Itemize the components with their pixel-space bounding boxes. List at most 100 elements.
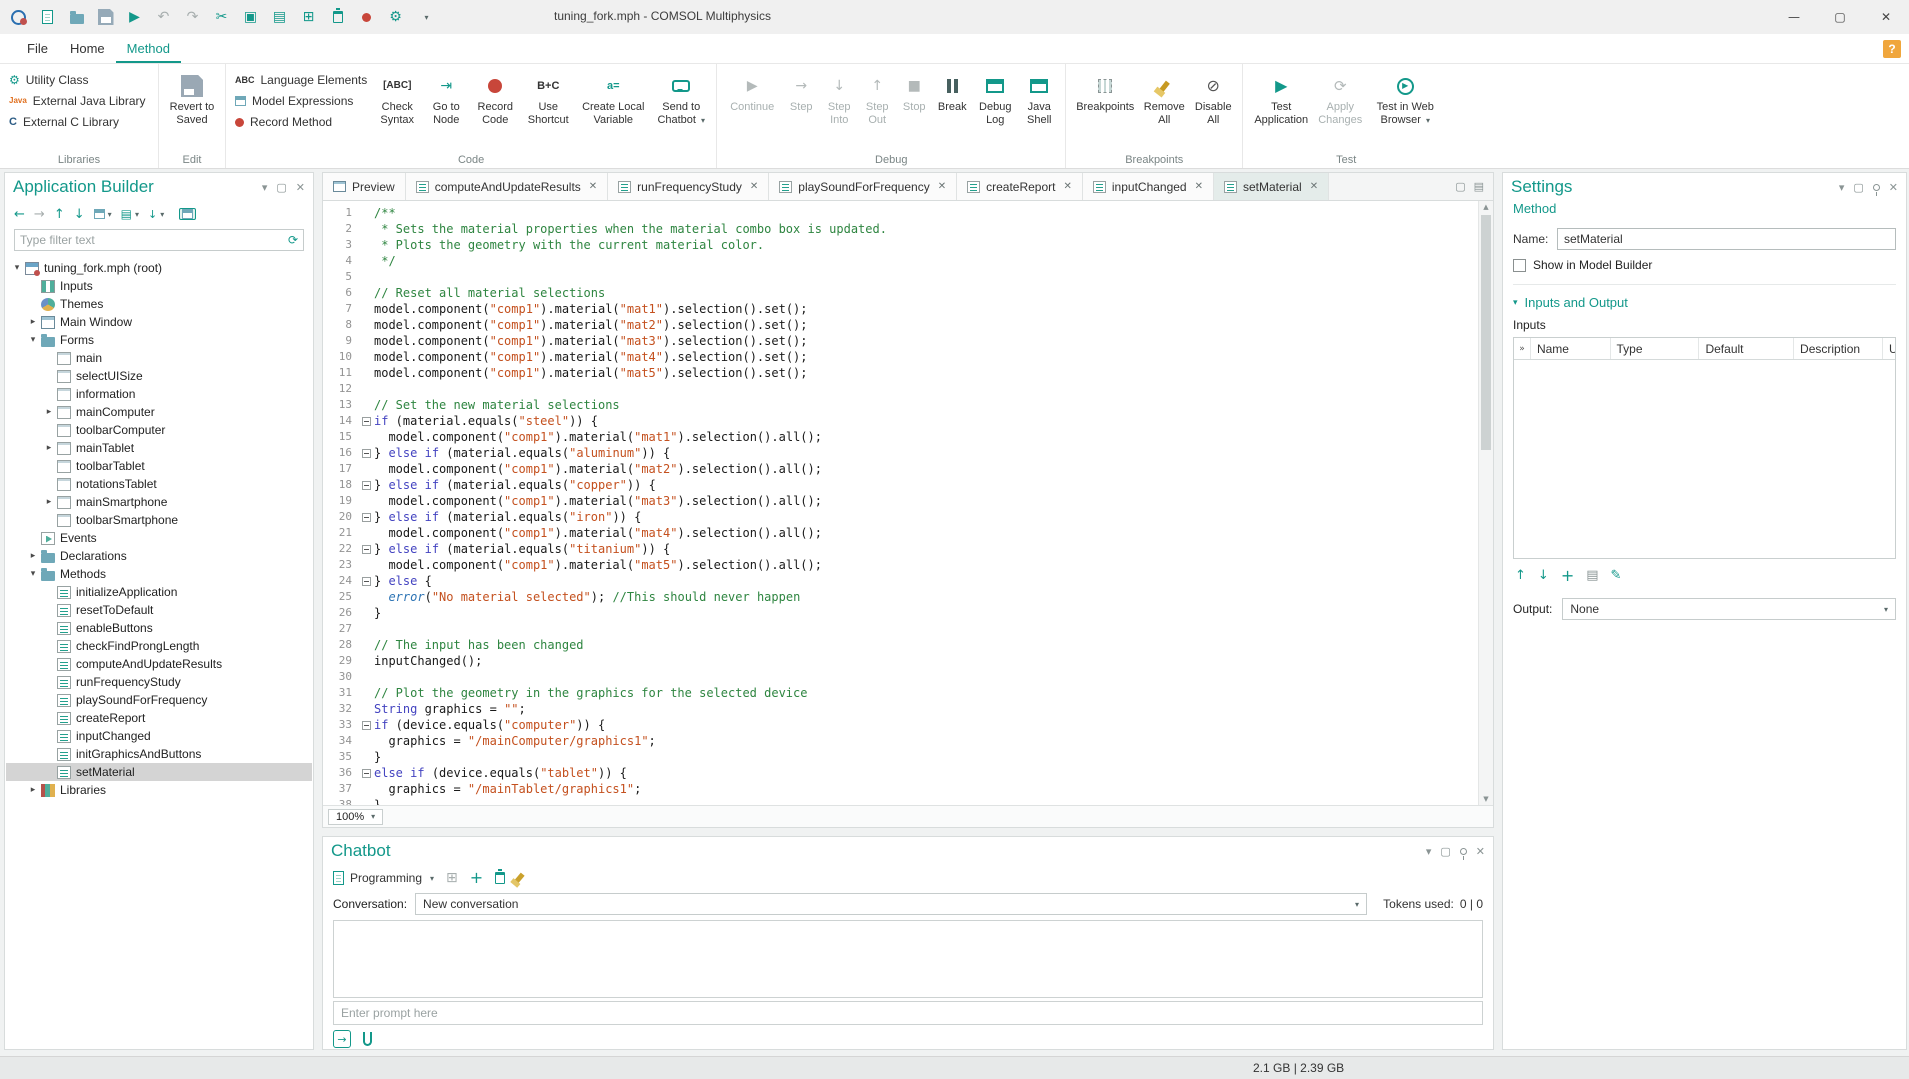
maximize-button[interactable]: ▢ (1817, 0, 1863, 34)
mode-dropdown[interactable]: Programming ▾ (333, 871, 434, 885)
column-header-name[interactable]: Name (1531, 338, 1611, 359)
line-number[interactable]: 4 (323, 253, 359, 269)
collapse-icon[interactable]: ▾ (26, 569, 40, 579)
java-shell-button[interactable]: Java Shell (1019, 70, 1059, 131)
panel-float-icon[interactable]: ▢ (276, 181, 286, 194)
code-line[interactable]: 22} else if (material.equals("titanium")… (323, 541, 1478, 557)
code-line[interactable]: 30 (323, 669, 1478, 685)
help-icon[interactable]: ? (1883, 40, 1901, 58)
line-number[interactable]: 25 (323, 589, 359, 605)
code-line[interactable]: 29inputChanged(); (323, 653, 1478, 669)
code-line[interactable]: 19 model.component("comp1").material("ma… (323, 493, 1478, 509)
breakpoints-button[interactable]: Breakpoints (1072, 70, 1138, 118)
fold-toggle-icon[interactable] (359, 477, 374, 493)
line-number[interactable]: 14 (323, 413, 359, 429)
break-button[interactable]: Break (933, 70, 971, 118)
prompt-input[interactable] (341, 1006, 1475, 1020)
pane-menu-icon[interactable]: ▤ (1474, 180, 1484, 193)
pin-icon[interactable] (1873, 184, 1880, 191)
tree-item-initializeapplication[interactable]: initializeApplication (6, 583, 312, 601)
panel-float-icon[interactable]: ▢ (1853, 181, 1863, 194)
move-down-icon[interactable]: ↓ (1538, 568, 1549, 583)
test-application-button[interactable]: ▶ Test Application (1249, 70, 1313, 131)
code-line[interactable]: 9model.component("comp1").material("mat3… (323, 333, 1478, 349)
copy-icon[interactable]: ▣ (238, 4, 263, 30)
editor-tab-createreport[interactable]: createReport✕ (957, 173, 1083, 200)
language-elements-button[interactable]: ABC Language Elements (232, 73, 370, 87)
code-line[interactable]: 7model.component("comp1").material("mat1… (323, 301, 1478, 317)
line-number[interactable]: 19 (323, 493, 359, 509)
fold-toggle-icon[interactable] (359, 573, 374, 589)
record-code-button[interactable]: Record Code (470, 70, 520, 131)
code-line[interactable]: 36else if (device.equals("tablet")) { (323, 765, 1478, 781)
send-icon[interactable]: → (333, 1030, 351, 1048)
send-to-chatbot-button[interactable]: Send to Chatbot ▾ (652, 70, 710, 131)
tree-item-runfrequencystudy[interactable]: runFrequencyStudy (6, 673, 312, 691)
tree-item-computeandupdateresults[interactable]: computeAndUpdateResults (6, 655, 312, 673)
close-tab-icon[interactable]: ✕ (1063, 181, 1071, 192)
fold-toggle-icon[interactable] (359, 541, 374, 557)
line-number[interactable]: 37 (323, 781, 359, 797)
tree-item-tuning-fork-mph-root[interactable]: ▾tuning_fork.mph (root) (6, 259, 312, 277)
move-up-icon[interactable]: ↑ (1515, 568, 1526, 583)
code-line[interactable]: 18} else if (material.equals("copper")) … (323, 477, 1478, 493)
close-button[interactable]: ✕ (1863, 0, 1909, 34)
output-select[interactable]: None ▾ (1562, 598, 1896, 620)
scrollbar-thumb[interactable] (1481, 215, 1491, 450)
editor-scrollbar[interactable]: ▲ ▼ (1478, 201, 1493, 805)
line-number[interactable]: 12 (323, 381, 359, 397)
code-line[interactable]: 16} else if (material.equals("aluminum")… (323, 445, 1478, 461)
panel-menu-icon[interactable]: ▾ (1839, 181, 1845, 194)
model-builder-switch-icon[interactable] (179, 208, 196, 220)
line-number[interactable]: 16 (323, 445, 359, 461)
tree-item-notationstablet[interactable]: notationsTablet (6, 475, 312, 493)
tree-item-toolbarcomputer[interactable]: toolbarComputer (6, 421, 312, 439)
code-line[interactable]: 11model.component("comp1").material("mat… (323, 365, 1478, 381)
code-line[interactable]: 17 model.component("comp1").material("ma… (323, 461, 1478, 477)
tree-item-enablebuttons[interactable]: enableButtons (6, 619, 312, 637)
code-line[interactable]: 21 model.component("comp1").material("ma… (323, 525, 1478, 541)
line-number[interactable]: 21 (323, 525, 359, 541)
go-to-node-button[interactable]: ⇥ Go to Node (424, 70, 468, 131)
fold-toggle-icon[interactable] (359, 413, 374, 429)
fold-toggle-icon[interactable] (359, 717, 374, 733)
tree-item-declarations[interactable]: ▸Declarations (6, 547, 312, 565)
close-tab-icon[interactable]: ✕ (1310, 181, 1318, 192)
line-number[interactable]: 20 (323, 509, 359, 525)
line-number[interactable]: 23 (323, 557, 359, 573)
tree-item-selectuisize[interactable]: selectUISize (6, 367, 312, 385)
line-number[interactable]: 35 (323, 749, 359, 765)
undo-icon[interactable]: ↶ (151, 4, 176, 30)
sort-dropdown[interactable]: ▤▾ (121, 207, 139, 221)
line-number[interactable]: 10 (323, 349, 359, 365)
show-in-model-builder-checkbox[interactable] (1513, 259, 1526, 272)
line-number[interactable]: 15 (323, 429, 359, 445)
editor-tab-inputchanged[interactable]: inputChanged✕ (1083, 173, 1214, 200)
expand-icon[interactable]: ▸ (42, 443, 56, 453)
editor-tab-runfrequencystudy[interactable]: runFrequencyStudy✕ (608, 173, 769, 200)
code-area[interactable]: 1/**2 * Sets the material properties whe… (323, 201, 1478, 805)
code-line[interactable]: 15 model.component("comp1").material("ma… (323, 429, 1478, 445)
move-down-icon[interactable]: ↓ (74, 207, 85, 222)
collapse-icon[interactable]: ▾ (26, 335, 40, 345)
line-number[interactable]: 26 (323, 605, 359, 621)
tree-item-events[interactable]: Events (6, 529, 312, 547)
code-line[interactable]: 25 error("No material selected"); //This… (323, 589, 1478, 605)
code-line[interactable]: 27 (323, 621, 1478, 637)
tree-item-inputchanged[interactable]: inputChanged (6, 727, 312, 745)
move-up-icon[interactable]: ↑ (54, 207, 65, 222)
expand-icon[interactable]: ▸ (42, 497, 56, 507)
line-number[interactable]: 1 (323, 205, 359, 221)
panel-close-icon[interactable]: ✕ (1889, 181, 1898, 194)
new-file-icon[interactable] (35, 4, 60, 30)
nav-back-icon[interactable]: ← (14, 207, 25, 222)
tree-item-themes[interactable]: Themes (6, 295, 312, 313)
clear-conversation-icon[interactable] (515, 873, 525, 884)
code-line[interactable]: 35} (323, 749, 1478, 765)
stop-button[interactable]: ■ Stop (897, 70, 931, 118)
nav-forward-icon[interactable]: → (34, 207, 45, 222)
expand-icon[interactable]: ▸ (26, 317, 40, 327)
tab-home[interactable]: Home (59, 36, 116, 63)
external-java-library-button[interactable]: Java External Java Library (6, 94, 149, 108)
expand-icon[interactable]: ▸ (26, 785, 40, 795)
